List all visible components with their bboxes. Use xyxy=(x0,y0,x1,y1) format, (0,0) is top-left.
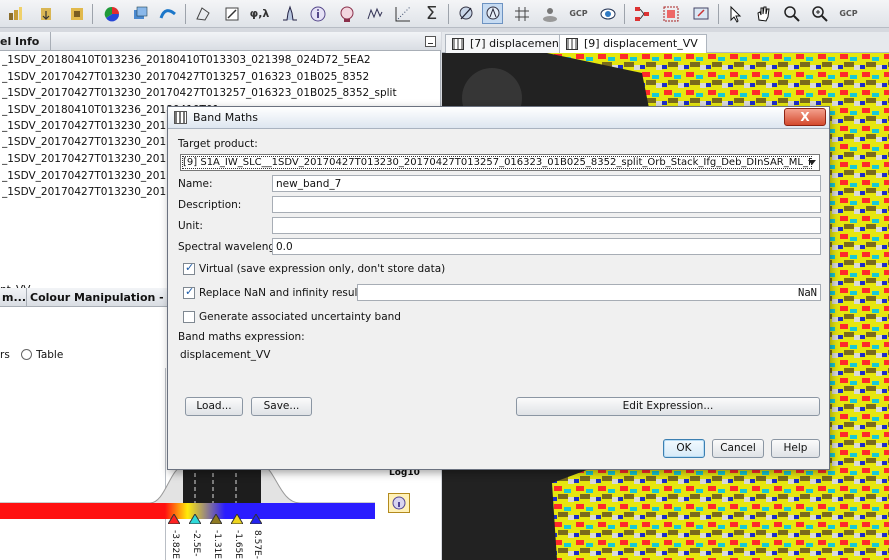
ok-button[interactable]: OK xyxy=(663,439,705,458)
panel-title[interactable]: el Info xyxy=(0,35,49,49)
save-button[interactable]: Save... xyxy=(251,397,312,416)
info-icon[interactable] xyxy=(388,493,410,513)
slider-marker[interactable] xyxy=(210,514,222,524)
product-icon[interactable] xyxy=(66,3,87,24)
eye-icon[interactable] xyxy=(597,3,618,24)
grid-icon[interactable] xyxy=(511,3,532,24)
colour-gradient-bar xyxy=(0,503,375,519)
replace-value-field[interactable]: NaN xyxy=(357,284,821,301)
option-sliders[interactable]: rs xyxy=(0,349,10,361)
wave-icon[interactable] xyxy=(157,3,178,24)
tab-navigation[interactable]: m... xyxy=(0,288,26,307)
product-row[interactable]: _1SDV_20180410T013236_20180410T013303_02… xyxy=(2,54,371,70)
select-icon[interactable] xyxy=(482,3,503,24)
batch-icon[interactable] xyxy=(660,3,681,24)
zoom-icon[interactable] xyxy=(781,3,802,24)
gcp-tool-icon[interactable]: GCP xyxy=(838,3,859,24)
virtual-checkbox[interactable] xyxy=(183,261,195,275)
description-label: Description: xyxy=(178,199,242,211)
world-icon[interactable] xyxy=(539,3,560,24)
band-icon xyxy=(452,38,464,50)
minimize-panel-button[interactable] xyxy=(425,36,436,47)
band-maths-dialog: Band Maths X Target product: [9] S1A_IW_… xyxy=(167,106,830,470)
unit-label: Unit: xyxy=(178,220,203,232)
histogram-icon[interactable] xyxy=(279,3,300,24)
product-row[interactable]: _1SDV_20170427T013230_20170427T013257_01… xyxy=(2,71,369,87)
description-field[interactable] xyxy=(272,196,821,213)
main-toolbar: φ,λ Σ GCP GCP xyxy=(0,0,889,28)
slider-marker[interactable] xyxy=(250,514,262,524)
gcp-icon[interactable]: GCP xyxy=(568,3,589,24)
band-maths-icon xyxy=(174,111,187,124)
polygon-icon[interactable] xyxy=(192,3,213,24)
tab-displacement[interactable]: [7] displacement xyxy=(445,34,573,53)
slider-marker[interactable] xyxy=(231,514,243,524)
tab-displacement-vv[interactable]: [9] displacement_VV xyxy=(559,34,707,53)
wind-icon[interactable] xyxy=(690,3,711,24)
layers-icon[interactable] xyxy=(129,3,150,24)
virtual-label: Virtual (save expression only, don't sto… xyxy=(199,263,446,275)
pin-icon[interactable] xyxy=(455,3,476,24)
info-icon[interactable] xyxy=(307,3,328,24)
edit-expression-button[interactable]: Edit Expression... xyxy=(516,397,820,416)
help-button[interactable]: Help xyxy=(771,439,820,458)
slider-value-label: -1.31E xyxy=(212,530,222,559)
target-product-label: Target product: xyxy=(178,138,258,150)
slider-marker[interactable] xyxy=(168,514,180,524)
expression-value[interactable]: displacement_VV xyxy=(180,349,270,361)
expression-label: Band maths expression: xyxy=(178,331,305,343)
scatter-icon[interactable] xyxy=(392,3,413,24)
tab-label: [9] displacement_VV xyxy=(584,37,698,50)
import-icon[interactable] xyxy=(4,3,25,24)
graph-icon[interactable] xyxy=(631,3,652,24)
tab-label: [7] displacement xyxy=(470,37,564,50)
uncertainty-checkbox[interactable] xyxy=(183,311,195,323)
dialog-body: Target product: [9] S1A_IW_SLC__1SDV_201… xyxy=(173,132,824,465)
uncertainty-label: Generate associated uncertainty band xyxy=(199,311,401,323)
dialog-title: Band Maths xyxy=(193,111,258,124)
statistics-icon[interactable] xyxy=(336,3,357,24)
name-field[interactable]: new_band_7 xyxy=(272,175,821,192)
slider-value-label: -1.65E xyxy=(233,530,243,559)
sum-icon[interactable]: Σ xyxy=(421,3,442,24)
gcp-tool-label: GCP xyxy=(839,8,858,18)
dialog-titlebar[interactable]: Band Maths X xyxy=(168,107,829,129)
tab-colour-manipulation[interactable]: Colour Manipulation - [... xyxy=(28,288,163,307)
close-button[interactable]: X xyxy=(784,108,826,126)
slider-value-label: -3.82E xyxy=(170,530,180,559)
cancel-button[interactable]: Cancel xyxy=(712,439,764,458)
product-explorer-header: el Info xyxy=(0,32,441,51)
replace-nan-label: Replace NaN and infinity results by xyxy=(199,287,384,299)
colour-options: rs Table xyxy=(0,349,63,361)
target-product-select[interactable]: [9] S1A_IW_SLC__1SDV_20170427T013230_201… xyxy=(180,154,820,171)
slider-marker[interactable] xyxy=(189,514,201,524)
gcp-label: GCP xyxy=(569,8,588,18)
radio-icon xyxy=(21,349,33,360)
phi-lambda-icon[interactable]: φ,λ xyxy=(249,3,270,24)
wavelength-field[interactable]: 0.0 xyxy=(272,238,821,255)
load-button[interactable]: Load... xyxy=(185,397,243,416)
product-row[interactable]: _1SDV_20170427T013230_20170427T013257_01… xyxy=(2,87,397,103)
export-icon[interactable] xyxy=(35,3,56,24)
chevron-down-icon xyxy=(808,160,816,165)
option-table-radio[interactable]: Table xyxy=(21,349,63,361)
unit-field[interactable] xyxy=(272,217,821,234)
pointer-icon[interactable] xyxy=(724,3,745,24)
replace-nan-checkbox[interactable] xyxy=(183,285,195,299)
band-icon xyxy=(566,38,578,50)
colour-icon[interactable] xyxy=(101,3,122,24)
zoom-plus-icon[interactable] xyxy=(809,3,830,24)
edit-icon[interactable] xyxy=(221,3,242,24)
document-tabs: [7] displacement [9] displacement_VV xyxy=(442,32,889,53)
option-table-label: Table xyxy=(36,349,64,361)
name-label: Name: xyxy=(178,178,213,190)
line-profile-icon[interactable] xyxy=(364,3,385,24)
pan-icon[interactable] xyxy=(752,3,773,24)
slider-value-label: 8.57E- xyxy=(252,530,262,559)
target-product-value: [9] S1A_IW_SLC__1SDV_20170427T013230_201… xyxy=(182,156,812,169)
slider-value-label: -2.5E- xyxy=(191,530,201,557)
